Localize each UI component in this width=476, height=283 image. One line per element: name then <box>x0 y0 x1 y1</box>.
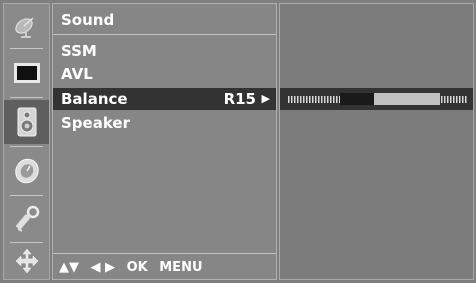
arrow-right-icon: ▶ <box>261 92 270 105</box>
slider-tick <box>324 96 326 103</box>
slider-tick <box>288 96 290 103</box>
slider-tick <box>456 96 458 103</box>
menu-item-balance[interactable]: Balance R15 ▶ <box>53 88 276 110</box>
balance-slider[interactable] <box>288 92 468 106</box>
left-right-arrows-icon: ◀ ▶ <box>90 260 116 275</box>
slider-tick <box>336 96 338 103</box>
slider-tick <box>321 96 323 103</box>
slider-tick <box>453 96 455 103</box>
menu-title: Sound <box>61 11 115 29</box>
ok-hint: OK <box>126 260 148 275</box>
slider-tick <box>441 96 443 103</box>
slider-tick <box>465 96 467 103</box>
category-sound[interactable] <box>4 100 49 144</box>
slider-right-fill <box>374 93 440 105</box>
speaker-icon <box>17 107 36 137</box>
slider-tick <box>447 96 449 103</box>
tv-osd-screen: Sound SSM AVL Balance R15 ▶ Speaker ▲▼ ◀… <box>0 0 476 283</box>
balance-adjust-panel <box>279 3 474 280</box>
slider-tick <box>309 96 311 103</box>
category-picture[interactable] <box>4 53 49 93</box>
slider-tick <box>303 96 305 103</box>
slider-tick <box>462 96 464 103</box>
picture-icon <box>13 63 40 83</box>
slider-tick <box>459 96 461 103</box>
menu-item-avl[interactable]: AVL <box>53 63 276 85</box>
menu-item-label: SSM <box>61 42 97 60</box>
sound-menu-panel: Sound SSM AVL Balance R15 ▶ Speaker ▲▼ ◀… <box>52 3 277 280</box>
category-time[interactable] <box>4 151 49 191</box>
balance-value: R15 <box>223 90 256 108</box>
slider-tick <box>450 96 452 103</box>
key-icon <box>15 205 39 232</box>
category-lock[interactable] <box>4 199 49 239</box>
clock-icon <box>14 158 39 184</box>
slider-tick <box>294 96 296 103</box>
menu-hint: MENU <box>159 260 203 275</box>
category-input[interactable] <box>4 242 49 280</box>
divider <box>53 34 276 35</box>
navigation-hint: ▲▼ ◀ ▶ OK MENU <box>59 260 210 275</box>
slider-tick <box>318 96 320 103</box>
divider <box>53 253 276 254</box>
input-source-icon <box>15 248 38 274</box>
menu-item-label: Balance <box>61 90 128 108</box>
slider-tick <box>327 96 329 103</box>
slider-tick <box>297 96 299 103</box>
satellite-dish-icon <box>14 17 33 38</box>
category-channel[interactable] <box>4 4 49 44</box>
menu-item-label: AVL <box>61 65 93 83</box>
slider-tick <box>330 96 332 103</box>
slider-tick <box>444 96 446 103</box>
slider-tick <box>312 96 314 103</box>
slider-tick <box>333 96 335 103</box>
slider-tick <box>300 96 302 103</box>
slider-tick <box>291 96 293 103</box>
slider-tick <box>315 96 317 103</box>
menu-item-label: Speaker <box>61 114 130 132</box>
up-down-arrows-icon: ▲▼ <box>59 260 79 275</box>
balance-adjust-row <box>280 88 473 110</box>
menu-item-ssm[interactable]: SSM <box>53 40 276 62</box>
slider-tick <box>306 96 308 103</box>
slider-left-fill <box>340 93 374 105</box>
menu-category-column <box>3 3 50 280</box>
menu-item-speaker[interactable]: Speaker <box>53 112 276 134</box>
